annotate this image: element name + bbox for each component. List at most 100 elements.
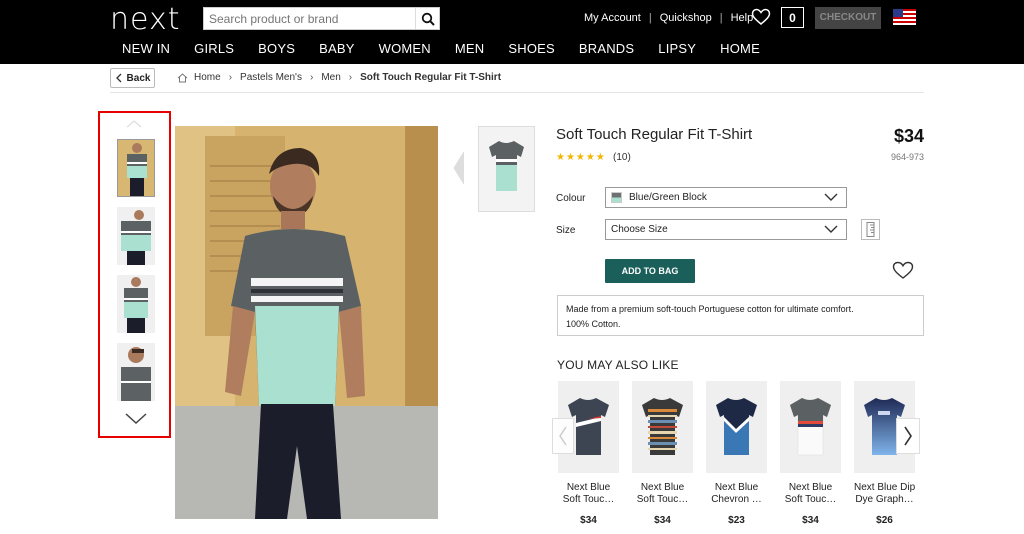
chevron-left-icon <box>115 73 122 83</box>
product-image <box>780 381 841 473</box>
chevron-left-icon[interactable] <box>452 150 466 186</box>
heart-icon <box>892 261 914 279</box>
product-image <box>706 381 767 473</box>
thumbnail-4[interactable] <box>117 343 155 401</box>
tshirt-image <box>706 381 767 473</box>
product-name: Next Blue <box>640 482 685 493</box>
breadcrumb-home[interactable]: Home <box>194 72 221 83</box>
search-icon <box>421 12 435 26</box>
main-nav: NEW IN GIRLS BOYS BABY WOMEN MEN SHOES B… <box>122 41 784 56</box>
you-may-also-like-title: YOU MAY ALSO LIKE <box>557 358 679 372</box>
favourites-button[interactable] <box>751 8 771 31</box>
breadcrumb: Home › Pastels Men's › Men › Soft Touch … <box>177 72 501 83</box>
chevron-right-icon: › <box>309 72 314 83</box>
thumbnail-3[interactable] <box>117 275 155 333</box>
product-name: Next Blue <box>788 482 833 493</box>
product-image <box>632 381 693 473</box>
breadcrumb-pastels[interactable]: Pastels Men's <box>240 72 302 83</box>
size-guide-button[interactable] <box>861 219 880 240</box>
chevron-right-icon: › <box>228 72 233 83</box>
chevron-down-icon <box>824 225 838 233</box>
account-links: My Account | Quickshop | Help <box>584 12 753 24</box>
chevron-right-icon: › <box>348 72 353 83</box>
breadcrumb-current: Soft Touch Regular Fit T-Shirt <box>360 72 502 83</box>
nav-brands[interactable]: BRANDS <box>579 41 634 56</box>
colour-select[interactable]: Blue/Green Block <box>605 187 847 208</box>
colour-swatch-thumbnail[interactable] <box>478 126 535 212</box>
carousel-prev-button[interactable] <box>552 418 574 454</box>
nav-new-in[interactable]: NEW IN <box>122 41 170 56</box>
nav-home[interactable]: HOME <box>720 41 760 56</box>
recommendation-card[interactable]: Next Blue Chevron … $23 <box>706 381 767 526</box>
carousel-next-button[interactable] <box>896 418 920 454</box>
product-name: Soft Touc… <box>784 494 837 505</box>
quickshop-link[interactable]: Quickshop <box>660 12 712 24</box>
tshirt-image <box>632 381 693 473</box>
back-button[interactable]: Back <box>110 68 155 88</box>
product-name: Next Blue Dip <box>854 482 915 493</box>
us-flag-icon[interactable] <box>893 9 916 25</box>
product-name: Dye Graph… <box>855 494 914 505</box>
checkout-button[interactable]: CHECKOUT <box>815 7 881 29</box>
my-account-link[interactable]: My Account <box>584 12 641 24</box>
nav-baby[interactable]: BABY <box>319 41 354 56</box>
search-input[interactable] <box>204 8 414 29</box>
model-thumbnail-image <box>118 140 154 196</box>
main-product-image[interactable] <box>175 126 438 519</box>
chevron-right-icon <box>904 426 912 446</box>
recommendation-card[interactable]: Next Blue Soft Touc… $34 <box>632 381 693 526</box>
ruler-icon <box>866 222 875 237</box>
nav-shoes[interactable]: SHOES <box>508 41 555 56</box>
recommendation-card[interactable]: Next Blue Soft Touc… $34 <box>780 381 841 526</box>
search-box <box>203 7 440 30</box>
breadcrumb-men[interactable]: Men <box>321 72 340 83</box>
size-select[interactable]: Choose Size <box>605 219 847 240</box>
nav-men[interactable]: MEN <box>455 41 485 56</box>
nav-women[interactable]: WOMEN <box>379 41 431 56</box>
star-rating[interactable]: ★★★★★ <box>556 152 606 163</box>
chevron-down-icon[interactable] <box>125 413 147 425</box>
size-label: Size <box>556 225 576 236</box>
help-link[interactable]: Help <box>731 12 754 24</box>
model-thumbnail-image <box>117 207 155 265</box>
chevron-up-icon[interactable] <box>126 120 142 128</box>
review-count[interactable]: (10) <box>613 152 631 163</box>
add-to-favourites-button[interactable] <box>892 261 914 285</box>
product-name: Next Blue <box>566 482 611 493</box>
description-line: Made from a premium soft-touch Portugues… <box>566 304 854 314</box>
back-label: Back <box>126 72 151 84</box>
add-to-bag-button[interactable]: ADD TO BAG <box>605 259 695 283</box>
model-thumbnail-image <box>117 343 155 401</box>
description-line: 100% Cotton. <box>566 319 621 329</box>
product-price: $23 <box>728 515 745 526</box>
home-icon <box>177 72 188 82</box>
tshirt-icon <box>489 141 524 191</box>
colour-label: Colour <box>556 193 586 204</box>
shopping-bag-button[interactable]: 0 <box>781 7 804 28</box>
product-code: 964-973 <box>890 152 924 162</box>
chevron-down-icon <box>824 193 838 201</box>
nav-boys[interactable]: BOYS <box>258 41 295 56</box>
search-button[interactable] <box>415 8 439 29</box>
nav-girls[interactable]: GIRLS <box>194 41 234 56</box>
product-name: Chevron … <box>711 494 762 505</box>
product-title: Soft Touch Regular Fit T-Shirt <box>556 126 753 143</box>
top-header: next My Account | Quickshop | Help 0 CHE… <box>0 0 1024 64</box>
thumbnail-2[interactable] <box>117 207 155 265</box>
product-price: $26 <box>876 515 893 526</box>
nav-lipsy[interactable]: LIPSY <box>658 41 696 56</box>
product-price: $34 <box>802 515 819 526</box>
next-logo[interactable]: next <box>110 2 180 37</box>
model-thumbnail-image <box>117 275 155 333</box>
product-price: $34 <box>654 515 671 526</box>
product-name: Soft Touc… <box>636 494 689 505</box>
colour-swatch <box>611 192 622 203</box>
colour-value: Blue/Green Block <box>629 192 707 203</box>
separator: | <box>719 12 723 24</box>
divider <box>110 92 924 93</box>
separator: | <box>648 12 652 24</box>
product-price: $34 <box>580 515 597 526</box>
product-name: Next Blue <box>714 482 759 493</box>
thumbnail-1[interactable] <box>117 139 155 197</box>
heart-icon <box>751 8 771 25</box>
